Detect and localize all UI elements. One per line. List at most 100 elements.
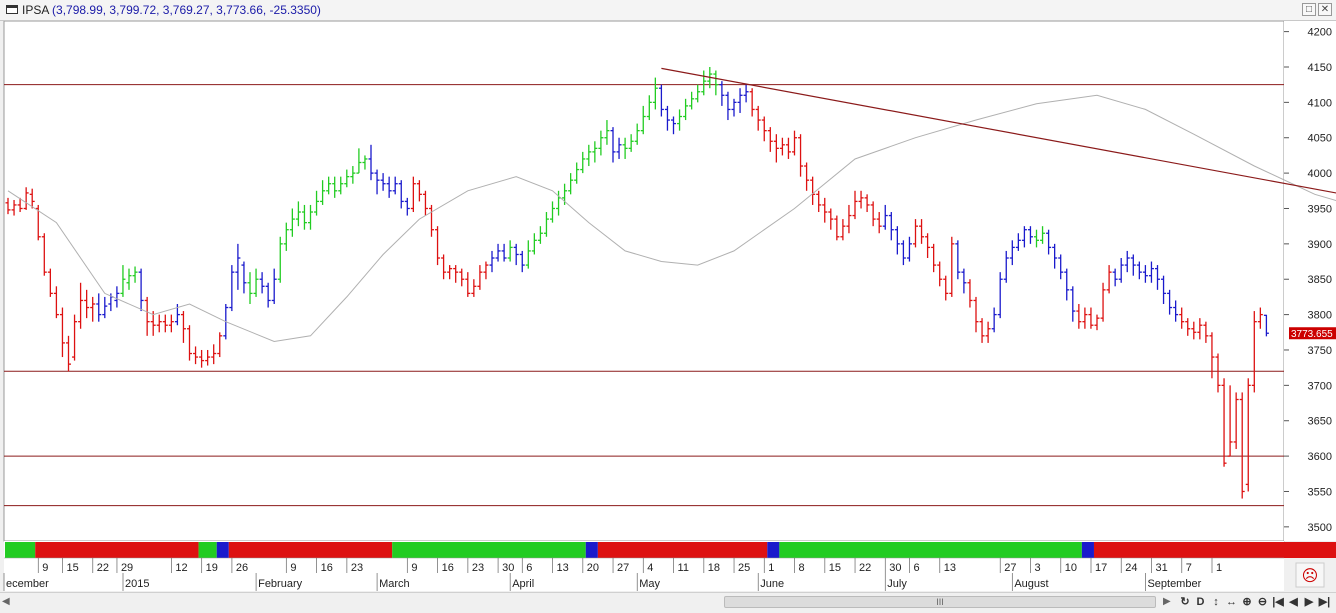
x-tick-label: 9 (411, 562, 417, 574)
y-tick-label: 3500 (1308, 522, 1332, 534)
y-tick-label: 3600 (1308, 451, 1332, 463)
month-label: September (1147, 578, 1201, 590)
x-tick-label: 6 (526, 562, 532, 574)
go-forward-button[interactable]: ▶ (1302, 595, 1316, 610)
signal-strip-segment (585, 542, 598, 558)
x-tick-label: 16 (442, 562, 454, 574)
y-tick-label: 3800 (1308, 310, 1332, 322)
x-tick-label: 9 (42, 562, 48, 574)
x-tick-label: 19 (206, 562, 218, 574)
y-tick-label: 3650 (1308, 416, 1332, 428)
month-label: April (512, 578, 534, 590)
signal-strip-segment (216, 542, 229, 558)
x-tick-label: 22 (97, 562, 109, 574)
x-tick-label: 23 (472, 562, 484, 574)
x-tick-label: 22 (859, 562, 871, 574)
signal-strip-segment (1093, 542, 1336, 558)
x-tick-label: 23 (351, 562, 363, 574)
signal-strip-segment (597, 542, 768, 558)
refresh-button[interactable]: ↻ (1178, 595, 1192, 610)
signal-strip-segment (4, 542, 36, 558)
x-tick-label: 7 (1186, 562, 1192, 574)
y-tick-label: 4000 (1308, 168, 1332, 180)
go-first-button[interactable]: |◀ (1271, 595, 1285, 610)
vertical-zoom-button[interactable]: ↕ (1209, 595, 1223, 610)
x-tick-label: 11 (678, 562, 689, 574)
chart-area[interactable]: 3500 3550 3600 3650 3700 3750 3800 3850 3900 3950… (0, 20, 1336, 591)
x-tick-label: 4 (647, 562, 653, 574)
price-chart[interactable]: 3500 3550 3600 3650 3700 3750 3800 3850 3900 3950… (0, 20, 1336, 591)
horizontal-zoom-button[interactable]: ↔ (1225, 595, 1239, 610)
x-tick-label: 8 (799, 562, 805, 574)
x-tick-label: 13 (944, 562, 956, 574)
month-label: May (639, 578, 660, 590)
zoom-out-button[interactable]: ⊖ (1256, 595, 1270, 610)
month-label: June (760, 578, 784, 590)
y-tick-label: 4150 (1308, 62, 1332, 74)
go-last-button[interactable]: ▶| (1318, 595, 1332, 610)
x-tick-label: 13 (557, 562, 569, 574)
signal-strip-segment (35, 542, 199, 558)
x-tick-label: 15 (829, 562, 841, 574)
date-button[interactable]: D (1194, 595, 1208, 610)
x-tick-label: 1 (1216, 562, 1222, 574)
signal-strip-segment (1081, 542, 1094, 558)
x-tick-label: 16 (321, 562, 333, 574)
go-back-button[interactable]: ◀ (1287, 595, 1301, 610)
x-tick-label: 9 (290, 562, 296, 574)
x-tick-label: 25 (738, 562, 750, 574)
symbol-name: IPSA (22, 3, 49, 17)
last-price-label: 3773.655 (1291, 329, 1333, 340)
zoom-in-button[interactable]: ⊕ (1240, 595, 1254, 610)
close-button[interactable]: ✕ (1318, 3, 1332, 16)
scroll-right-arrow[interactable]: ▶ (1163, 596, 1171, 607)
month-label: July (887, 578, 907, 590)
x-tick-label: 24 (1125, 562, 1137, 574)
status-face-icon: ☹ (1295, 562, 1325, 588)
restore-button[interactable]: □ (1302, 3, 1316, 16)
x-tick-label: 6 (914, 562, 920, 574)
y-tick-label: 3550 (1308, 486, 1332, 498)
plot-background (3, 20, 1285, 542)
x-tick-label: 18 (708, 562, 720, 574)
y-tick-label: 3750 (1308, 345, 1332, 357)
x-tick-label: 27 (1004, 562, 1016, 574)
month-label: August (1014, 578, 1048, 590)
x-tick-label: 3 (1035, 562, 1041, 574)
svg-text:☹: ☹ (1302, 568, 1319, 585)
signal-strip-segment (392, 542, 586, 558)
ohlc-readout: (3,798.99, 3,799.72, 3,769.27, 3,773.66,… (52, 3, 321, 17)
signal-strip-segment (198, 542, 217, 558)
x-tick-label: 12 (175, 562, 187, 574)
x-tick-label: 20 (587, 562, 599, 574)
window-icon (6, 5, 18, 14)
signal-strip-segment (767, 542, 780, 558)
x-tick-label: 31 (1156, 562, 1168, 574)
month-label: March (379, 578, 410, 590)
month-label: 2015 (125, 578, 149, 590)
x-tick-label: 15 (67, 562, 79, 574)
y-tick-label: 3700 (1308, 380, 1332, 392)
y-tick-label: 4200 (1308, 27, 1332, 39)
last-price-marker: 3773.655 (1289, 327, 1336, 340)
horizontal-scrollbar[interactable]: ◀ III ▶ ↻ D ↕ ↔ ⊕ ⊖ |◀ ◀ ▶ ▶| (0, 592, 1336, 613)
month-label: ecember (6, 578, 49, 590)
scroll-left-arrow[interactable]: ◀ (2, 596, 10, 607)
y-tick-label: 3950 (1308, 203, 1332, 215)
x-tick-label: 26 (236, 562, 248, 574)
x-tick-label: 30 (889, 562, 901, 574)
x-tick-label: 10 (1065, 562, 1077, 574)
window-title-bar: IPSA (3,798.99, 3,799.72, 3,769.27, 3,77… (0, 0, 1336, 21)
x-tick-label: 1 (768, 562, 774, 574)
signal-strip-segment (779, 542, 1082, 558)
y-tick-label: 4050 (1308, 133, 1332, 145)
scroll-thumb[interactable]: III (724, 596, 1156, 608)
month-label: February (258, 578, 303, 590)
y-tick-label: 3850 (1308, 274, 1332, 286)
window-title: IPSA (3,798.99, 3,799.72, 3,769.27, 3,77… (22, 3, 321, 17)
x-tick-label: 17 (1095, 562, 1107, 574)
y-tick-label: 3900 (1308, 239, 1332, 251)
signal-strip-segment (228, 542, 393, 558)
y-tick-label: 4100 (1308, 97, 1332, 109)
x-tick-label: 27 (617, 562, 629, 574)
